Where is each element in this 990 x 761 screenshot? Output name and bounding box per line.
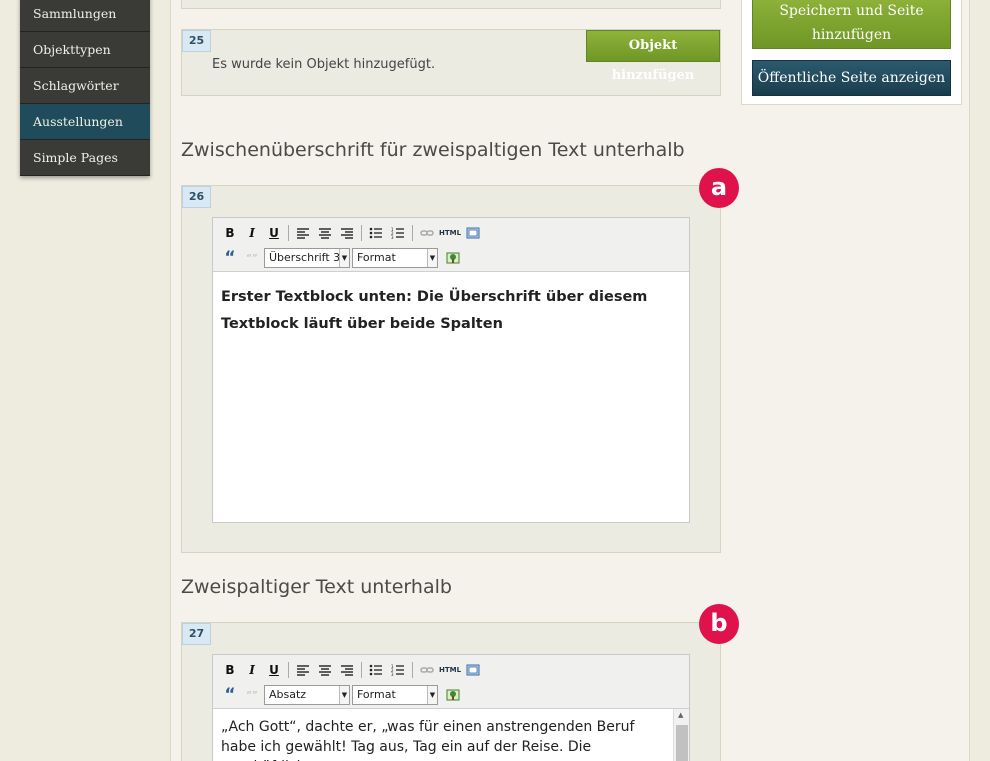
block-number: 25 <box>182 30 211 52</box>
editor-content[interactable]: „Ach Gott“, dachte er, „was für einen an… <box>213 709 689 761</box>
toolbar-separator <box>288 662 289 678</box>
editor-scrollbar[interactable]: ▲ <box>673 709 689 761</box>
annotation-marker-a: a <box>699 168 739 208</box>
html-source-button[interactable]: HTML <box>438 223 462 243</box>
align-left-icon[interactable] <box>292 223 314 243</box>
link-icon[interactable] <box>416 660 438 680</box>
bold-button[interactable]: B <box>219 223 241 243</box>
block-format-select[interactable]: Überschrift 3 ▼ <box>264 248 350 268</box>
editor-toolbar: B I U <box>213 218 689 272</box>
toolbar-separator <box>361 662 362 678</box>
underline-button[interactable]: U <box>263 660 285 680</box>
style-format-value: Format <box>357 688 396 701</box>
numbered-list-icon[interactable]: 123 <box>387 223 409 243</box>
block-format-value: Überschrift 3 <box>269 251 341 264</box>
insert-image-icon[interactable] <box>442 248 464 268</box>
sidebar-item-simple-pages[interactable]: Simple Pages <box>20 140 150 176</box>
toolbar-separator <box>412 662 413 678</box>
annotation-marker-b: b <box>699 604 739 644</box>
sidebar-item-sammlungen[interactable]: Sammlungen <box>20 0 150 32</box>
align-center-icon[interactable] <box>314 660 336 680</box>
add-object-button[interactable]: Objekt hinzufügen <box>586 30 720 83</box>
toolbar-separator <box>412 225 413 241</box>
fullscreen-icon[interactable] <box>462 660 484 680</box>
style-format-value: Format <box>357 251 396 264</box>
unquote-button[interactable]: “” <box>241 685 263 705</box>
align-right-icon[interactable] <box>336 660 358 680</box>
block-number: 27 <box>182 623 211 645</box>
chevron-down-icon: ▼ <box>339 686 349 704</box>
unquote-button[interactable]: “” <box>241 248 263 268</box>
italic-button[interactable]: I <box>241 223 263 243</box>
blockquote-button[interactable]: “ <box>219 248 241 268</box>
bullet-list-icon[interactable] <box>365 223 387 243</box>
editor-content[interactable]: Erster Textblock unten: Die Überschrift … <box>213 272 689 350</box>
rich-text-editor-b: B I U 1 2 3 HTML “ “” Absatz ▼ Format ▼ … <box>212 654 690 761</box>
no-object-message: Es wurde kein Objekt hinzugefügt. <box>212 57 436 72</box>
chevron-down-icon: ▼ <box>427 249 437 267</box>
insert-image-icon[interactable] <box>442 685 464 705</box>
block-format-value: Absatz <box>269 688 307 701</box>
blockquote-button[interactable]: “ <box>219 685 241 705</box>
align-right-icon[interactable] <box>336 223 358 243</box>
main-panel: 25 Objekt hinzufügen Es wurde kein Objek… <box>170 0 970 761</box>
sidebar: Sammlungen Objekttypen Schlagwörter Auss… <box>20 0 150 176</box>
align-left-icon[interactable] <box>292 660 314 680</box>
block-26: 26 B I U 1 2 3 HTML “ “” Überschrift 3 ▼… <box>181 185 721 553</box>
block-format-select[interactable]: Absatz ▼ <box>264 685 350 705</box>
svg-text:3: 3 <box>391 235 394 239</box>
rich-text-editor-a: B I U 1 2 3 HTML “ “” Überschrift 3 ▼ Fo… <box>212 217 690 523</box>
style-format-select[interactable]: Format ▼ <box>352 248 438 268</box>
block-25: 25 Objekt hinzufügen Es wurde kein Objek… <box>181 29 721 96</box>
svg-text:3: 3 <box>391 672 394 676</box>
block-27: 27 B I U 1 2 3 HTML “ “” Absatz ▼ Format… <box>181 622 721 761</box>
bold-button[interactable]: B <box>219 660 241 680</box>
html-source-button[interactable]: HTML <box>438 660 462 680</box>
align-center-icon[interactable] <box>314 223 336 243</box>
view-public-page-button[interactable]: Öffentliche Seite anzeigen <box>752 60 951 96</box>
sidebar-item-schlagwoerter[interactable]: Schlagwörter <box>20 68 150 104</box>
chevron-down-icon: ▼ <box>339 249 349 267</box>
link-icon[interactable] <box>416 223 438 243</box>
bullet-list-icon[interactable] <box>365 660 387 680</box>
italic-button[interactable]: I <box>241 660 263 680</box>
chevron-down-icon: ▼ <box>427 686 437 704</box>
section-heading-a: Zwischenüberschrift für zweispaltigen Te… <box>181 139 685 161</box>
style-format-select[interactable]: Format ▼ <box>352 685 438 705</box>
scrollbar-thumb[interactable] <box>676 725 688 761</box>
scroll-up-icon[interactable]: ▲ <box>678 711 683 719</box>
previous-block <box>181 0 721 9</box>
block-number: 26 <box>182 186 211 208</box>
toolbar-separator <box>288 225 289 241</box>
actions-panel: Speichern und Seite hinzufügen Öffentlic… <box>741 0 962 105</box>
save-and-add-page-button[interactable]: Speichern und Seite hinzufügen <box>752 0 951 49</box>
toolbar-separator <box>361 225 362 241</box>
editor-toolbar: B I U <box>213 655 689 709</box>
underline-button[interactable]: U <box>263 223 285 243</box>
sidebar-item-ausstellungen[interactable]: Ausstellungen <box>20 104 150 140</box>
sidebar-item-objekttypen[interactable]: Objekttypen <box>20 32 150 68</box>
fullscreen-icon[interactable] <box>462 223 484 243</box>
section-heading-b: Zweispaltiger Text unterhalb <box>181 576 452 598</box>
numbered-list-icon[interactable]: 123 <box>387 660 409 680</box>
